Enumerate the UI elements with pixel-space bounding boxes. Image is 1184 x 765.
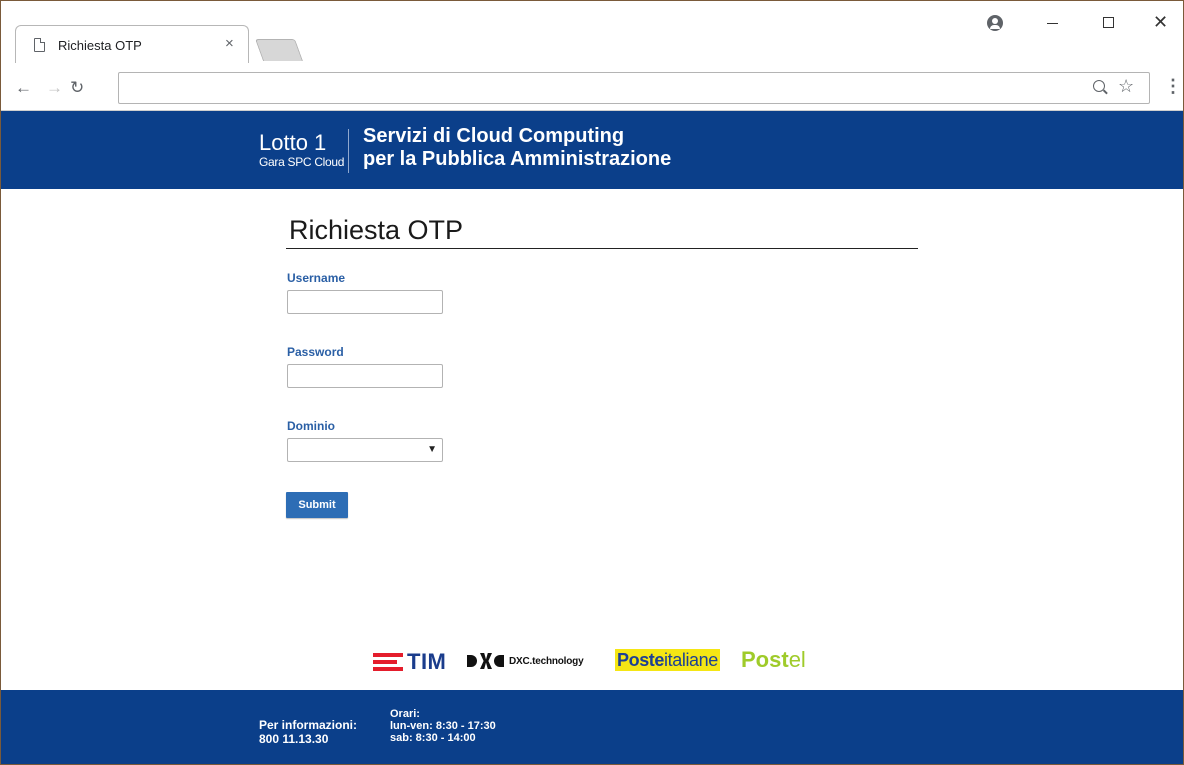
footer-hours-weekday: lun-ven: 8:30 - 17:30 <box>390 720 496 732</box>
dominio-select[interactable]: ▼ <box>287 438 443 462</box>
reload-icon[interactable]: ↻ <box>70 78 84 98</box>
postel-logo-light: el <box>788 647 806 672</box>
header-title-line1: Servizi di Cloud Computing <box>363 125 625 147</box>
footer-hours-saturday: sab: 8:30 - 14:00 <box>390 732 476 744</box>
poste-italiane-logo: Poste italiane <box>615 649 720 671</box>
dxc-logo-mark <box>467 653 505 669</box>
header-divider <box>348 129 349 173</box>
password-input[interactable] <box>287 364 443 388</box>
footer-hours-label: Orari: <box>390 708 420 720</box>
dxc-logo-text: DXC.technology <box>509 655 584 667</box>
password-label: Password <box>287 345 344 359</box>
header-title: Servizi di Cloud Computing per la Pubbli… <box>363 125 671 171</box>
footer-phone: 800 11.13.30 <box>259 732 329 746</box>
address-bar[interactable] <box>118 72 1150 104</box>
poste-logo-light: italiane <box>664 649 718 670</box>
zoom-icon[interactable] <box>1093 80 1105 92</box>
star-icon[interactable]: ☆ <box>1118 76 1134 96</box>
document-icon <box>34 38 45 52</box>
maximize-icon[interactable] <box>1103 17 1114 28</box>
forward-arrow-icon[interactable]: → <box>46 78 63 98</box>
tim-logo-mark <box>373 653 403 671</box>
footer-info-label: Per informazioni: <box>259 718 358 732</box>
submit-button[interactable]: Submit <box>286 492 348 518</box>
dominio-label: Dominio <box>287 419 335 433</box>
gara-subtitle: Gara SPC Cloud <box>259 155 345 169</box>
poste-logo-bold: Poste <box>617 649 665 670</box>
minimize-icon[interactable] <box>1047 23 1058 24</box>
title-underline <box>286 248 918 249</box>
close-window-icon[interactable]: ✕ <box>1153 13 1168 31</box>
lotto-title: Lotto 1 <box>259 130 327 155</box>
postel-logo-bold: Post <box>741 647 789 672</box>
username-input[interactable] <box>287 290 443 314</box>
back-arrow-icon[interactable]: ← <box>15 78 32 98</box>
header-title-line2: per la Pubblica Amministrazione <box>363 148 672 170</box>
profile-icon[interactable] <box>987 15 1003 31</box>
page-title: Richiesta OTP <box>289 215 464 245</box>
username-label: Username <box>287 271 346 285</box>
browser-window: Richiesta OTP × ✕ ← → ↻ ☆ ⋮ Lotto 1 Gara… <box>0 0 1184 765</box>
page-footer <box>1 690 1183 764</box>
dropdown-arrow-icon: ▼ <box>427 444 437 455</box>
tab-close-icon[interactable]: × <box>225 36 234 52</box>
tim-logo: TIM <box>373 649 446 675</box>
footer-contact: Per informazioni: 800 11.13.30 <box>259 718 357 746</box>
new-tab-button[interactable] <box>254 39 304 61</box>
tab-title[interactable]: Richiesta OTP <box>58 38 142 53</box>
kebab-menu-icon[interactable]: ⋮ <box>1164 77 1182 95</box>
postel-logo: Postel <box>741 647 806 673</box>
footer-hours: Orari: lun-ven: 8:30 - 17:30 sab: 8:30 -… <box>390 708 496 744</box>
tim-logo-text: TIM <box>407 649 447 674</box>
dxc-logo: DXC.technology <box>467 653 584 669</box>
